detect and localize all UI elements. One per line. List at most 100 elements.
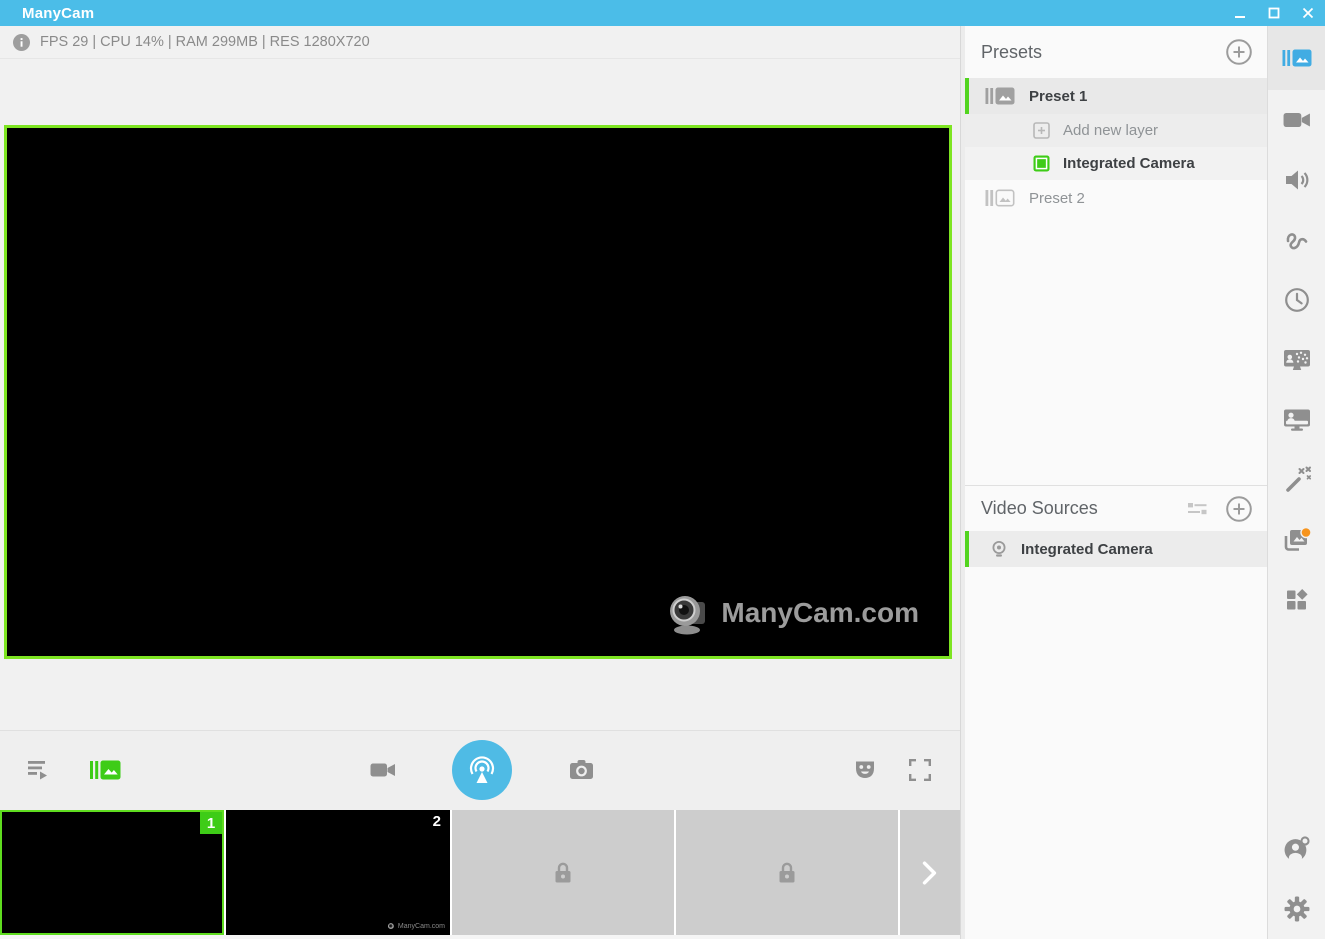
maximize-icon [1268,7,1280,19]
thumbnail-watermark: ManyCam.com [387,922,445,931]
sidebar-item-magic-wand[interactable] [1268,450,1325,510]
minimize-icon [1234,7,1246,19]
video-preview: ManyCam.com [4,125,952,659]
webcam-logo-icon [387,922,396,931]
add-new-layer-item[interactable]: Add new layer [965,114,1267,147]
draw-squiggle-icon [1284,227,1310,253]
thumbnail-preset-1[interactable]: 1 [0,810,224,935]
add-video-source-button[interactable] [1225,495,1253,523]
thumbnail-badge: 1 [200,812,222,834]
settings-gear-icon [1284,896,1310,922]
close-button[interactable] [1291,0,1325,26]
sidebar-item-time[interactable] [1268,270,1325,330]
thumbnail-locked-4[interactable] [676,810,898,935]
webcam-logo-icon [665,590,711,636]
video-source-item-integrated-camera[interactable]: Integrated Camera [965,531,1267,567]
watermark-text: ManyCam.com [721,597,919,629]
info-icon[interactable] [13,34,30,51]
sidebar-item-settings[interactable] [1268,879,1325,939]
plus-circle-icon [1225,495,1253,523]
watermark: ManyCam.com [665,590,919,636]
bottom-toolbar [0,730,960,810]
sidebar-item-account[interactable] [1268,819,1325,879]
speaker-icon [1284,167,1310,193]
video-sources-settings-button[interactable] [1187,502,1209,516]
close-icon [1302,7,1314,19]
preset-item-1[interactable]: Preset 1 [965,78,1267,114]
sidebar-item-effects-screen[interactable] [1268,330,1325,390]
sidebar-item-lower-thirds[interactable] [1268,390,1325,450]
masks-button[interactable] [853,758,877,782]
presets-icon [89,759,121,781]
sidebar-item-widgets[interactable] [1268,570,1325,630]
minimize-button[interactable] [1223,0,1257,26]
broadcast-button[interactable] [452,740,512,800]
thumbnail-locked-3[interactable] [452,810,674,935]
layer-item-integrated-camera[interactable]: Integrated Camera [965,147,1267,180]
layer-label: Integrated Camera [1063,155,1195,172]
magic-wand-icon [1282,465,1312,495]
preset-icon [985,188,1015,208]
presets-empty-space [965,216,1267,485]
fullscreen-button[interactable] [908,758,932,782]
preset-item-2[interactable]: Preset 2 [965,180,1267,216]
chevron-right-icon [922,861,938,885]
preset-icon [985,86,1015,106]
add-preset-button[interactable] [1225,38,1253,66]
account-icon [1283,836,1310,863]
titlebar: ManyCam [0,0,1325,26]
playlist-icon [27,759,53,781]
video-source-label: Integrated Camera [1021,541,1153,558]
thumbnail-number: 2 [433,813,441,830]
preset-label: Preset 2 [1029,190,1085,207]
add-layer-label: Add new layer [1063,122,1158,139]
clock-icon [1284,287,1310,313]
fullscreen-icon [908,758,932,782]
active-indicator [965,531,969,567]
video-camera-icon [370,760,396,780]
lock-icon [551,861,575,885]
broadcast-icon [466,754,498,786]
widgets-icon [1285,588,1309,612]
preset-label: Preset 1 [1029,88,1087,105]
preset-thumbnails: 1 2 ManyCam.com [0,810,960,939]
lower-thirds-icon [1283,408,1311,432]
video-sources-title: Video Sources [981,498,1171,519]
sidebar-item-audio[interactable] [1268,150,1325,210]
preview-container: ManyCam.com [0,59,960,730]
right-panel: Presets Preset 1 [965,26,1268,939]
webcam-icon [990,540,1008,558]
effects-screen-icon [1283,348,1311,372]
active-indicator [965,78,969,114]
video-camera-button[interactable] [370,760,396,780]
maximize-button[interactable] [1257,0,1291,26]
video-camera-icon [1283,109,1311,131]
window-controls [1223,0,1325,26]
sidebar-item-video[interactable] [1268,90,1325,150]
sidebar-item-media-gallery[interactable] [1268,510,1325,570]
statusbar: FPS 29 | CPU 14% | RAM 299MB | RES 1280X… [0,26,960,59]
window-title: ManyCam [0,5,94,22]
presets-panel-title: Presets [981,42,1209,63]
thumbnails-scroll-right-button[interactable] [900,810,960,935]
video-sources-header: Video Sources [965,486,1267,531]
snapshot-button[interactable] [569,758,595,782]
sidebar-item-presets[interactable] [1268,26,1325,90]
manycam-window: ManyCam FPS 29 | CPU 14% | RA [0,0,1325,939]
sidebar-item-draw[interactable] [1268,210,1325,270]
performance-stats: FPS 29 | CPU 14% | RAM 299MB | RES 1280X… [40,34,370,50]
camera-layer-icon [1033,155,1050,172]
media-gallery-icon [1283,527,1311,553]
presets-panel-header: Presets [965,26,1267,78]
mask-icon [853,758,877,782]
presets-button[interactable] [89,759,121,781]
plus-circle-icon [1225,38,1253,66]
playlist-button[interactable] [27,759,53,781]
sliders-icon [1187,502,1209,516]
notification-dot [1301,528,1311,538]
lock-icon [775,861,799,885]
main-area: FPS 29 | CPU 14% | RAM 299MB | RES 1280X… [0,26,960,939]
add-layer-icon [1033,122,1050,139]
presets-icon [1282,48,1312,68]
thumbnail-preset-2[interactable]: 2 ManyCam.com [226,810,450,935]
